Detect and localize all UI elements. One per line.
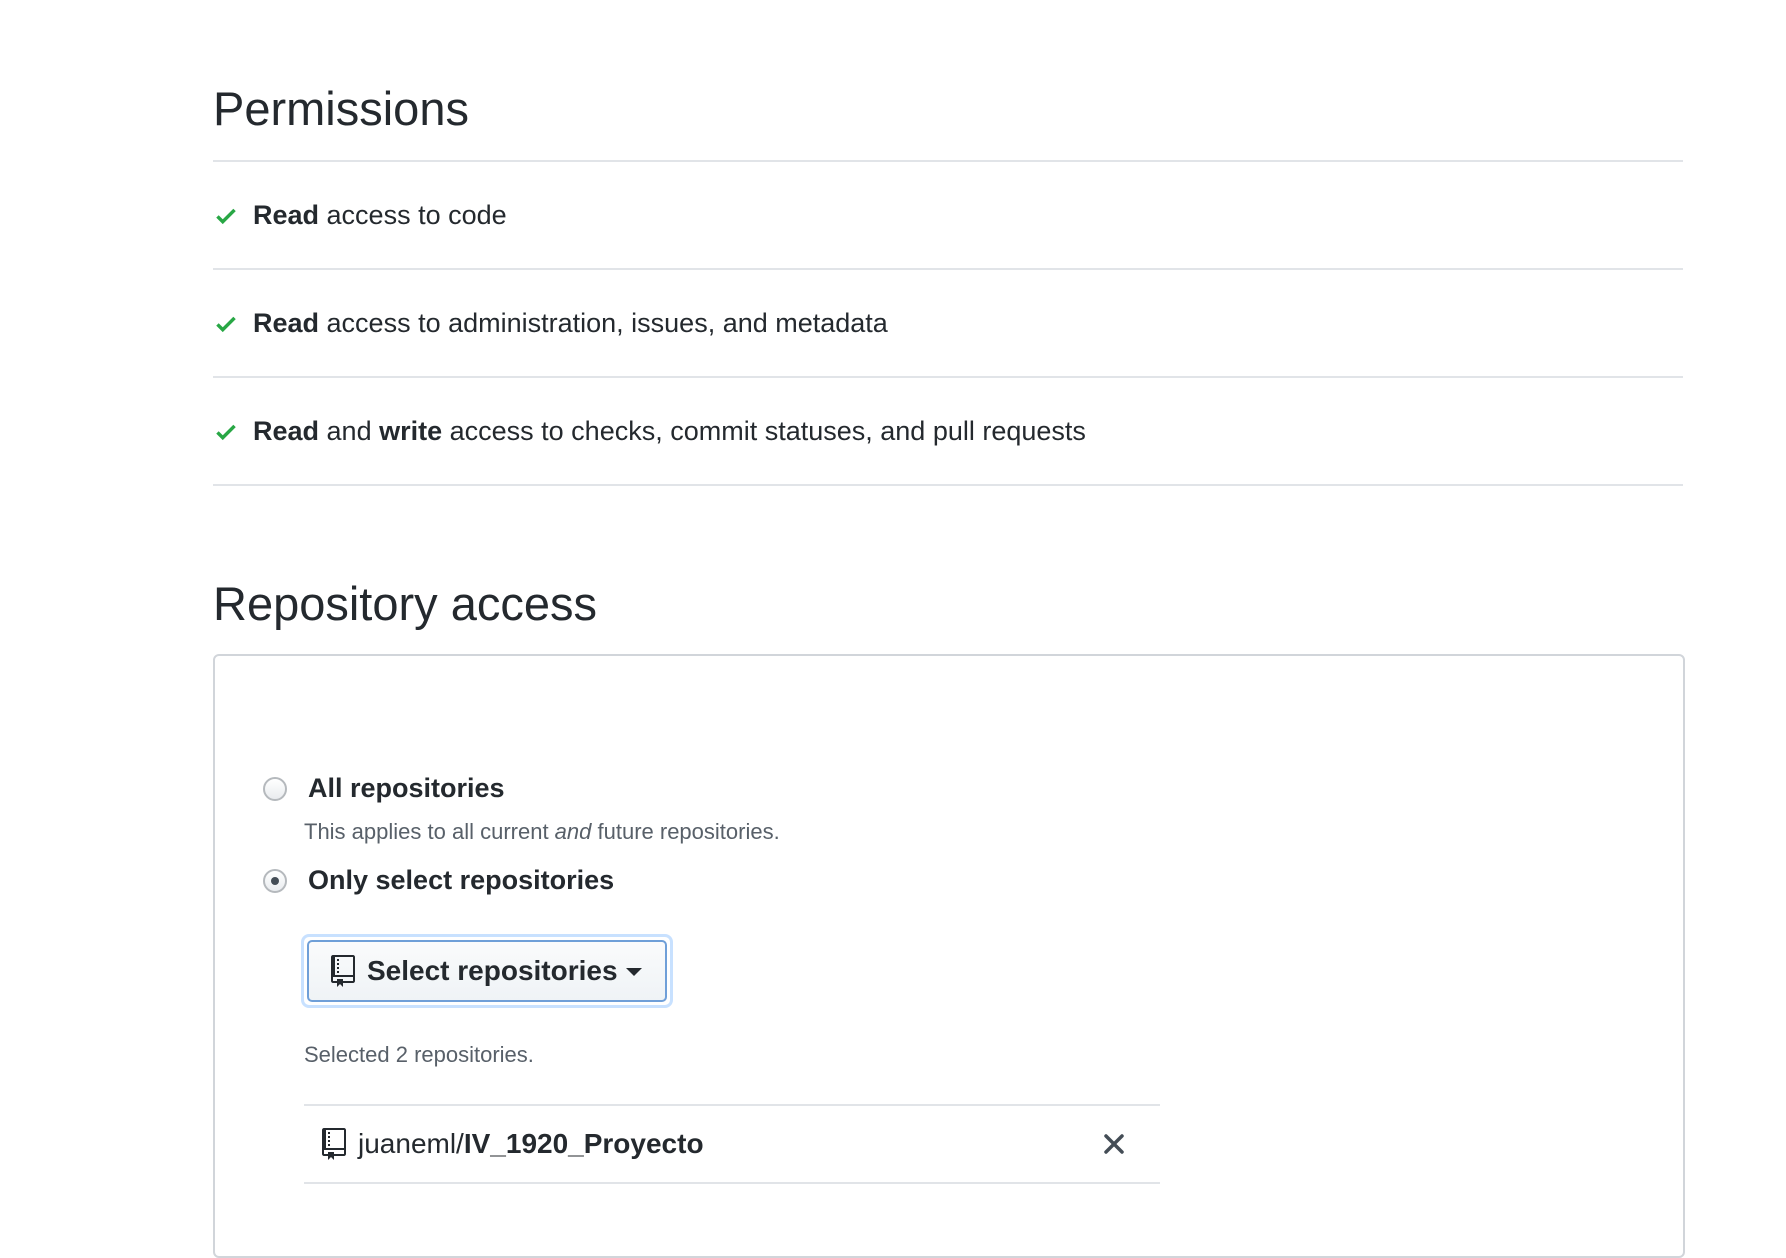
permission-text: Read and write access to checks, commit … xyxy=(253,416,1086,447)
check-icon xyxy=(216,424,236,441)
permission-level: Read xyxy=(253,415,320,446)
close-icon[interactable] xyxy=(1102,1132,1126,1156)
repository-access-title: Repository access xyxy=(213,577,597,630)
permission-description: and xyxy=(319,415,380,446)
permission-level: write xyxy=(379,415,443,446)
all-repositories-radio[interactable] xyxy=(263,776,287,801)
only-select-repositories-radio[interactable] xyxy=(263,868,287,893)
all-repositories-note: This applies to all current and future r… xyxy=(304,819,780,845)
note-text-post: future repositories. xyxy=(591,819,780,844)
repository-owner: juaneml/ xyxy=(358,1128,464,1159)
permission-text: Read access to code xyxy=(253,200,507,231)
note-text-emphasis: and xyxy=(554,819,592,844)
selected-repositories-list: juaneml/IV_1920_Proyecto xyxy=(304,1104,1160,1184)
repository-access-box: All repositories This applies to all cur… xyxy=(213,654,1685,1258)
check-icon xyxy=(216,208,236,225)
repo-icon xyxy=(331,955,355,987)
permission-description: access to checks, commit statuses, and p… xyxy=(442,415,1086,446)
permissions-title: Permissions xyxy=(213,82,469,135)
permission-item: Read and write access to checks, commit … xyxy=(213,378,1683,486)
check-icon xyxy=(216,316,236,333)
note-text-pre: This applies to all current xyxy=(304,819,555,844)
repository-name: IV_1920_Proyecto xyxy=(463,1128,704,1159)
select-repositories-focus-ring: Select repositories xyxy=(301,934,673,1008)
permission-text: Read access to administration, issues, a… xyxy=(253,308,888,339)
permissions-list: Read access to code Read access to admini… xyxy=(213,160,1683,486)
repo-icon xyxy=(322,1128,346,1160)
permission-level: Read xyxy=(253,307,320,338)
permission-item: Read access to code xyxy=(213,162,1683,270)
permission-description: access to code xyxy=(319,199,507,230)
select-repositories-label: Select repositories xyxy=(367,955,618,986)
chevron-down-icon xyxy=(625,968,642,976)
only-select-repositories-option[interactable]: Only select repositories xyxy=(263,865,614,896)
all-repositories-option[interactable]: All repositories xyxy=(263,773,505,804)
all-repositories-label[interactable]: All repositories xyxy=(308,773,505,804)
permission-description: access to administration, issues, and me… xyxy=(319,307,888,338)
permission-level: Read xyxy=(253,199,320,230)
selected-count-text: Selected 2 repositories. xyxy=(304,1042,534,1067)
permission-item: Read access to administration, issues, a… xyxy=(213,270,1683,378)
selected-repository-row: juaneml/IV_1920_Proyecto xyxy=(304,1106,1160,1184)
only-select-repositories-label[interactable]: Only select repositories xyxy=(308,865,614,896)
select-repositories-button[interactable]: Select repositories xyxy=(307,940,667,1002)
